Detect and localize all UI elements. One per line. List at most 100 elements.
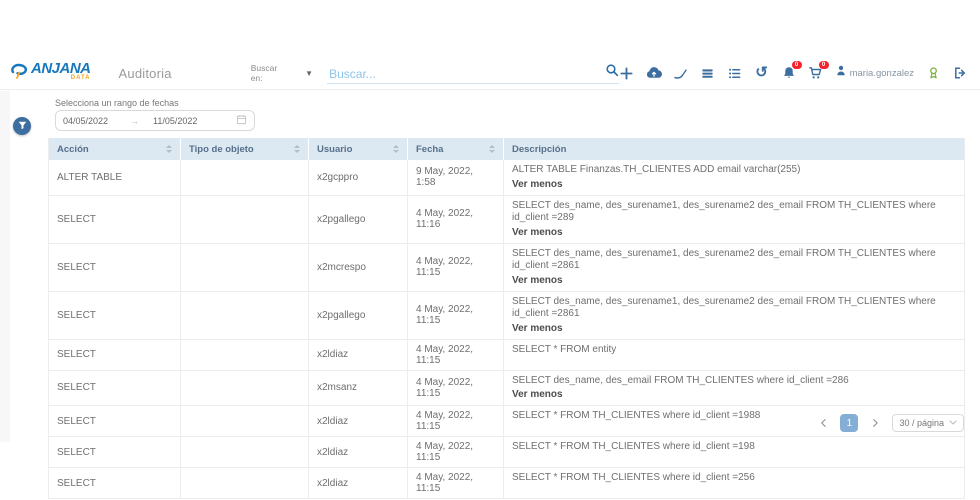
show-less-link[interactable]: Ver menos: [512, 178, 956, 191]
date-to-value[interactable]: 11/05/2022: [153, 116, 197, 126]
table-row: SELECTx2ldiaz4 May, 2022, 11:15SELECT * …: [49, 468, 964, 499]
table-row: ALTER TABLE x2gcppro9 May, 2022, 1:58ALTE…: [49, 160, 964, 196]
column-label: Tipo de objeto: [189, 144, 254, 155]
table-row: SELECTx2ldiaz4 May, 2022, 11:15SELECT * …: [49, 437, 964, 468]
search-scope-label: Buscar en:: [251, 63, 277, 83]
show-less-link[interactable]: Ver menos: [512, 322, 956, 335]
date-cell: 4 May, 2022, 11:15: [408, 244, 504, 291]
top-navigation-bar: ANJANA DATA Auditoria Buscar en: ▼: [0, 57, 980, 90]
description-text: SELECT des_name, des_email FROM TH_CLIEN…: [512, 375, 956, 388]
description-cell: SELECT des_name, des_surename1, des_sure…: [504, 196, 964, 243]
action-cell: SELECT: [49, 292, 181, 339]
search-input[interactable]: [327, 66, 604, 82]
date-cell: 9 May, 2022, 1:58: [408, 160, 504, 195]
description-cell: SELECT des_name, des_email FROM TH_CLIEN…: [504, 371, 964, 406]
user-cell: x2mcrespo: [309, 244, 408, 291]
search-scope-dropdown[interactable]: Buscar en: ▼: [251, 63, 313, 83]
page-title: Auditoria: [119, 66, 205, 81]
toolbar-actions: ↺ 0 0: [619, 64, 968, 82]
user-cell: x2msanz: [309, 371, 408, 406]
column-header-fecha[interactable]: Fecha: [408, 138, 504, 160]
sort-icon[interactable]: [393, 145, 399, 153]
chevron-down-icon: [949, 420, 957, 426]
column-label: Acción: [57, 144, 89, 155]
signature-button[interactable]: [673, 65, 689, 81]
date-from-value[interactable]: 04/05/2022: [63, 116, 108, 126]
date-cell: 4 May, 2022, 11:16: [408, 196, 504, 243]
page-number-active[interactable]: 1: [840, 414, 858, 432]
user-cell: x2ldiaz: [309, 437, 408, 467]
audit-table: Acción Tipo de objeto Usuario Fecha Descripc…: [48, 138, 965, 499]
user-menu[interactable]: maria.gonzalez: [835, 64, 914, 82]
rows-menu-button[interactable]: [700, 65, 716, 81]
date-cell: 4 May, 2022, 11:15: [408, 437, 504, 467]
column-header-descripcion: Descripción: [504, 138, 964, 160]
column-header-usuario[interactable]: Usuario: [309, 138, 408, 160]
column-header-accion[interactable]: Acción: [49, 138, 181, 160]
date-cell: 4 May, 2022, 11:15: [408, 340, 504, 370]
history-button[interactable]: ↺: [754, 65, 770, 81]
description-cell: SELECT * FROM entity: [504, 340, 964, 370]
logo-wordmark: ANJANA DATA: [31, 64, 91, 83]
description-text: SELECT * FROM TH_CLIENTES where id_clien…: [512, 472, 956, 485]
app-window: ANJANA DATA Auditoria Buscar en: ▼: [0, 0, 980, 500]
notifications-button[interactable]: 0: [781, 65, 797, 81]
checklist-button[interactable]: [727, 65, 743, 81]
column-header-tipo-de-objeto[interactable]: Tipo de objeto: [181, 138, 309, 160]
show-less-link[interactable]: Ver menos: [512, 388, 956, 401]
page-size-select[interactable]: 30 / página: [892, 414, 964, 432]
description-cell: SELECT des_name, des_surename1, des_sure…: [504, 292, 964, 339]
date-range-picker[interactable]: 04/05/2022 → 11/05/2022: [55, 110, 255, 131]
date-cell: 4 May, 2022, 11:15: [408, 468, 504, 498]
action-cell: ALTER TABLE: [49, 160, 181, 195]
description-text: SELECT * FROM entity: [512, 344, 956, 357]
filter-button[interactable]: [13, 117, 31, 135]
action-cell: SELECT: [49, 340, 181, 370]
ribbon-badge-icon[interactable]: [925, 65, 941, 81]
table-row: SELECTx2msanz4 May, 2022, 11:15SELECT de…: [49, 371, 964, 407]
date-cell: 4 May, 2022, 11:15: [408, 371, 504, 406]
cart-button[interactable]: 0: [808, 65, 824, 81]
date-range-arrow: →: [130, 116, 139, 126]
user-cell: x2ldiaz: [309, 468, 408, 498]
table-header-row: Acción Tipo de objeto Usuario Fecha Descripc…: [49, 138, 964, 160]
column-label: Fecha: [416, 144, 443, 155]
date-range-label: Selecciona un rango de fechas: [55, 98, 179, 108]
object-type-cell: [181, 468, 309, 498]
date-cell: 4 May, 2022, 11:15: [408, 292, 504, 339]
cloud-upload-button[interactable]: [646, 65, 662, 81]
pagination: 1 30 / página: [815, 414, 964, 432]
next-page-button[interactable]: [867, 415, 883, 431]
date-cell: 4 May, 2022, 11:15: [408, 406, 504, 436]
object-type-cell: [181, 340, 309, 370]
show-less-link[interactable]: Ver menos: [512, 226, 956, 239]
filter-funnel-icon: [18, 117, 27, 135]
sort-icon[interactable]: [294, 145, 300, 153]
object-type-cell: [181, 160, 309, 195]
sort-icon[interactable]: [489, 145, 495, 153]
user-cell: x2gcppro: [309, 160, 408, 195]
description-cell: SELECT des_name, des_surename1, des_sure…: [504, 244, 964, 291]
username-label: maria.gonzalez: [850, 68, 914, 79]
table-row: SELECTx2ldiaz4 May, 2022, 11:15SELECT * …: [49, 340, 964, 371]
object-type-cell: [181, 196, 309, 243]
app-logo[interactable]: ANJANA DATA: [10, 63, 91, 84]
description-text: SELECT des_name, des_surename1, des_sure…: [512, 248, 956, 273]
sort-icon[interactable]: [166, 145, 172, 153]
previous-page-button[interactable]: [815, 415, 831, 431]
user-cell: x2ldiaz: [309, 406, 408, 436]
description-text: SELECT des_name, des_surename1, des_sure…: [512, 200, 956, 225]
column-label: Usuario: [317, 144, 352, 155]
object-type-cell: [181, 244, 309, 291]
collapsed-sidebar: [0, 91, 10, 442]
table-row: SELECTx2pgallego4 May, 2022, 11:16SELECT…: [49, 196, 964, 244]
logout-button[interactable]: [952, 65, 968, 81]
user-icon: [835, 64, 847, 82]
search-icon[interactable]: [605, 63, 619, 82]
show-less-link[interactable]: Ver menos: [512, 274, 956, 287]
description-cell: SELECT * FROM TH_CLIENTES where id_clien…: [504, 468, 964, 498]
add-button[interactable]: [619, 65, 635, 81]
object-type-cell: [181, 406, 309, 436]
description-cell: ALTER TABLE Finanzas.TH_CLIENTES ADD ema…: [504, 160, 964, 195]
page-size-value: 30 / página: [899, 418, 944, 428]
